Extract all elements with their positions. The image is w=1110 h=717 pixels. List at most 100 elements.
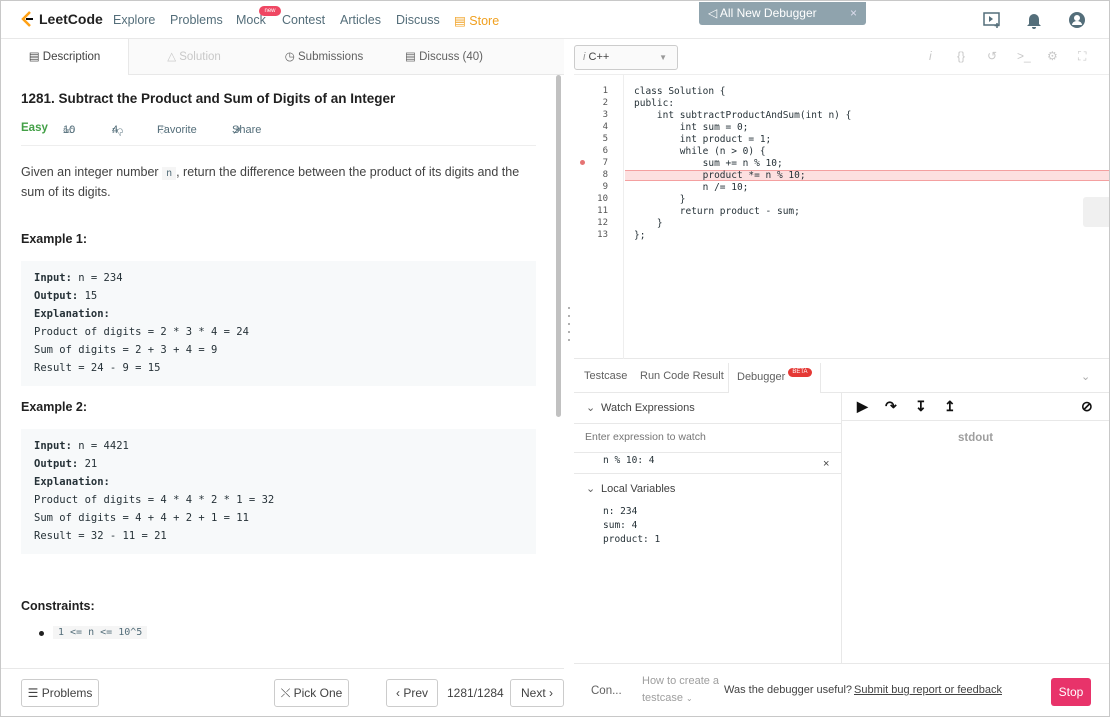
example1-heading: Example 1: bbox=[21, 232, 88, 246]
braces-icon[interactable]: {} bbox=[957, 49, 965, 63]
gear-icon[interactable]: ⚙ bbox=[1047, 49, 1058, 63]
console-icon[interactable]: >_ bbox=[1017, 49, 1031, 63]
tab-discuss[interactable]: ▤ Discuss (40) bbox=[389, 39, 499, 75]
close-icon[interactable]: × bbox=[823, 458, 829, 470]
code-line[interactable]: return product - sum; bbox=[634, 206, 800, 217]
language-select[interactable]: i C++ ▼ bbox=[574, 45, 678, 70]
nav-articles[interactable]: Articles bbox=[340, 13, 381, 27]
example1-line-text: n = 234 bbox=[71, 272, 123, 284]
watch-expressions-header[interactable]: ⌄ Watch Expressions bbox=[586, 401, 695, 414]
chevron-down-icon: ⌄ bbox=[586, 483, 596, 495]
constraints-heading: Constraints: bbox=[21, 599, 95, 613]
panel-splitter[interactable] bbox=[564, 39, 574, 716]
watch-expression-input[interactable]: Enter expression to watch bbox=[574, 423, 842, 453]
desc-variable: n bbox=[162, 167, 177, 180]
step-out-icon[interactable]: ↥ bbox=[944, 398, 956, 415]
example1-line: Sum of digits = 2 + 3 + 4 = 9 bbox=[34, 341, 523, 359]
tab-testcase[interactable]: Testcase bbox=[584, 370, 627, 382]
list-icon: ☰ bbox=[27, 686, 42, 700]
tab-submissions[interactable]: ◷ Submissions bbox=[259, 39, 389, 75]
example2-line-label: Explanation: bbox=[34, 476, 110, 488]
divider bbox=[842, 420, 1109, 421]
example1-line-text: Product of digits = 2 * 3 * 4 = 24 bbox=[34, 326, 249, 338]
nav-problems[interactable]: Problems bbox=[170, 13, 223, 27]
caret-down-icon: ▼ bbox=[659, 53, 667, 62]
close-icon[interactable]: × bbox=[850, 2, 857, 25]
howto-link-line2-text: testcase bbox=[642, 692, 683, 704]
tab-run-code-result[interactable]: Run Code Result bbox=[640, 370, 724, 382]
code-line[interactable]: public: bbox=[634, 98, 674, 109]
nav-store[interactable]: ▤ Store bbox=[454, 13, 499, 28]
share-label: Share bbox=[232, 124, 262, 136]
code-line[interactable]: } bbox=[634, 218, 663, 229]
code-line[interactable]: int sum = 0; bbox=[634, 122, 749, 133]
example1-line: Explanation: bbox=[34, 305, 523, 323]
desc-prefix: Given an integer number bbox=[21, 165, 159, 179]
code-line[interactable]: class Solution { bbox=[634, 86, 726, 97]
debugger-banner[interactable]: ◁ All New Debugger × bbox=[699, 2, 866, 25]
logo[interactable]: LeetCode bbox=[19, 10, 103, 28]
fullscreen-icon[interactable]: ⛶ bbox=[1078, 49, 1086, 64]
playground-icon[interactable] bbox=[982, 10, 1002, 30]
line-number: 11 bbox=[597, 206, 608, 216]
code-line[interactable]: n /= 10; bbox=[634, 182, 749, 193]
side-panel-toggle[interactable] bbox=[1083, 197, 1109, 227]
problem-title: 1281. Subtract the Product and Sum of Di… bbox=[21, 91, 396, 106]
scrollbar[interactable] bbox=[556, 75, 561, 417]
pick-one-button[interactable]: ⤬ Pick One bbox=[274, 679, 349, 707]
step-over-icon[interactable]: ↷ bbox=[885, 398, 897, 415]
continue-icon[interactable]: ▶ bbox=[857, 398, 868, 415]
bullet bbox=[39, 631, 44, 636]
tab-solution[interactable]: △ Solution bbox=[129, 39, 259, 75]
local-var-sum: sum: 4 bbox=[603, 520, 638, 531]
next-button[interactable]: Next › bbox=[510, 679, 564, 707]
editor-bottom-bar: Con... How to create a testcase ⌄ Was th… bbox=[574, 663, 1109, 716]
locals-title: Local Variables bbox=[601, 483, 676, 495]
console-button[interactable]: Con... bbox=[591, 685, 622, 697]
example2-line: Input: n = 4421 bbox=[34, 437, 523, 455]
code-line[interactable]: }; bbox=[634, 230, 645, 241]
tab-debugger[interactable]: Debugger BETA bbox=[728, 363, 821, 393]
line-number: 12 bbox=[597, 218, 608, 228]
howto-link-line1[interactable]: How to create a bbox=[642, 675, 719, 687]
problem-tabs: ▤ Description △ Solution ◷ Submissions ▤… bbox=[1, 39, 564, 75]
code-editor[interactable]: 1 2 3 4 5 6 7 8 9 10 11 12 13 class Solution {public… bbox=[574, 75, 1109, 359]
shuffle-icon: ⤬ bbox=[280, 686, 294, 700]
nav-discuss[interactable]: Discuss bbox=[396, 13, 440, 27]
example2-line-text: n = 4421 bbox=[71, 440, 129, 452]
bell-icon[interactable] bbox=[1024, 10, 1044, 30]
prev-button[interactable]: ‹ Prev bbox=[386, 679, 438, 707]
local-variables-header[interactable]: ⌄ Local Variables bbox=[586, 482, 675, 495]
info-icon[interactable]: i bbox=[929, 49, 932, 63]
tab-description[interactable]: ▤ Description bbox=[1, 39, 129, 75]
user-avatar-icon[interactable] bbox=[1067, 10, 1087, 30]
code-line[interactable]: } bbox=[634, 194, 686, 205]
code-line[interactable]: int product = 1; bbox=[634, 134, 772, 145]
step-into-icon[interactable]: ↧ bbox=[915, 398, 927, 415]
stop-button[interactable]: Stop bbox=[1051, 678, 1091, 706]
code-line[interactable]: sum += n % 10; bbox=[634, 158, 783, 169]
reset-icon[interactable]: ↺ bbox=[987, 49, 997, 63]
debugger-banner-text: All New Debugger bbox=[719, 6, 817, 20]
code-line[interactable]: product *= n % 10; bbox=[634, 170, 806, 181]
grip-dot bbox=[568, 339, 570, 341]
code-line[interactable]: int subtractProductAndSum(int n) { bbox=[634, 110, 851, 121]
howto-link-line2[interactable]: testcase ⌄ bbox=[642, 692, 693, 704]
example2-heading: Example 2: bbox=[21, 400, 88, 414]
nav-contest[interactable]: Contest bbox=[282, 13, 325, 27]
example2-block: Input: n = 4421 Output: 21 Explanation: Pro… bbox=[21, 429, 536, 554]
megaphone-icon: ◁ bbox=[708, 6, 720, 20]
chevron-down-icon[interactable]: ⌄ bbox=[1081, 370, 1090, 383]
stop-debug-icon[interactable]: ⊘ bbox=[1081, 398, 1093, 415]
app-root: LeetCode Explore Problems Mock new Conte… bbox=[0, 0, 1110, 717]
prev-label: Prev bbox=[403, 686, 429, 700]
example1-line-label: Input: bbox=[34, 272, 72, 284]
tab-solution-label: Solution bbox=[179, 51, 221, 63]
top-nav: LeetCode Explore Problems Mock new Conte… bbox=[1, 1, 1109, 39]
line-number: 2 bbox=[602, 98, 608, 108]
code-line[interactable]: while (n > 0) { bbox=[634, 146, 766, 157]
nav-explore[interactable]: Explore bbox=[113, 13, 155, 27]
example2-line-text: Sum of digits = 4 + 4 + 2 + 1 = 11 bbox=[34, 512, 249, 524]
problems-button[interactable]: ☰ Problems bbox=[21, 679, 99, 707]
feedback-link[interactable]: Submit bug report or feedback bbox=[854, 684, 1002, 696]
